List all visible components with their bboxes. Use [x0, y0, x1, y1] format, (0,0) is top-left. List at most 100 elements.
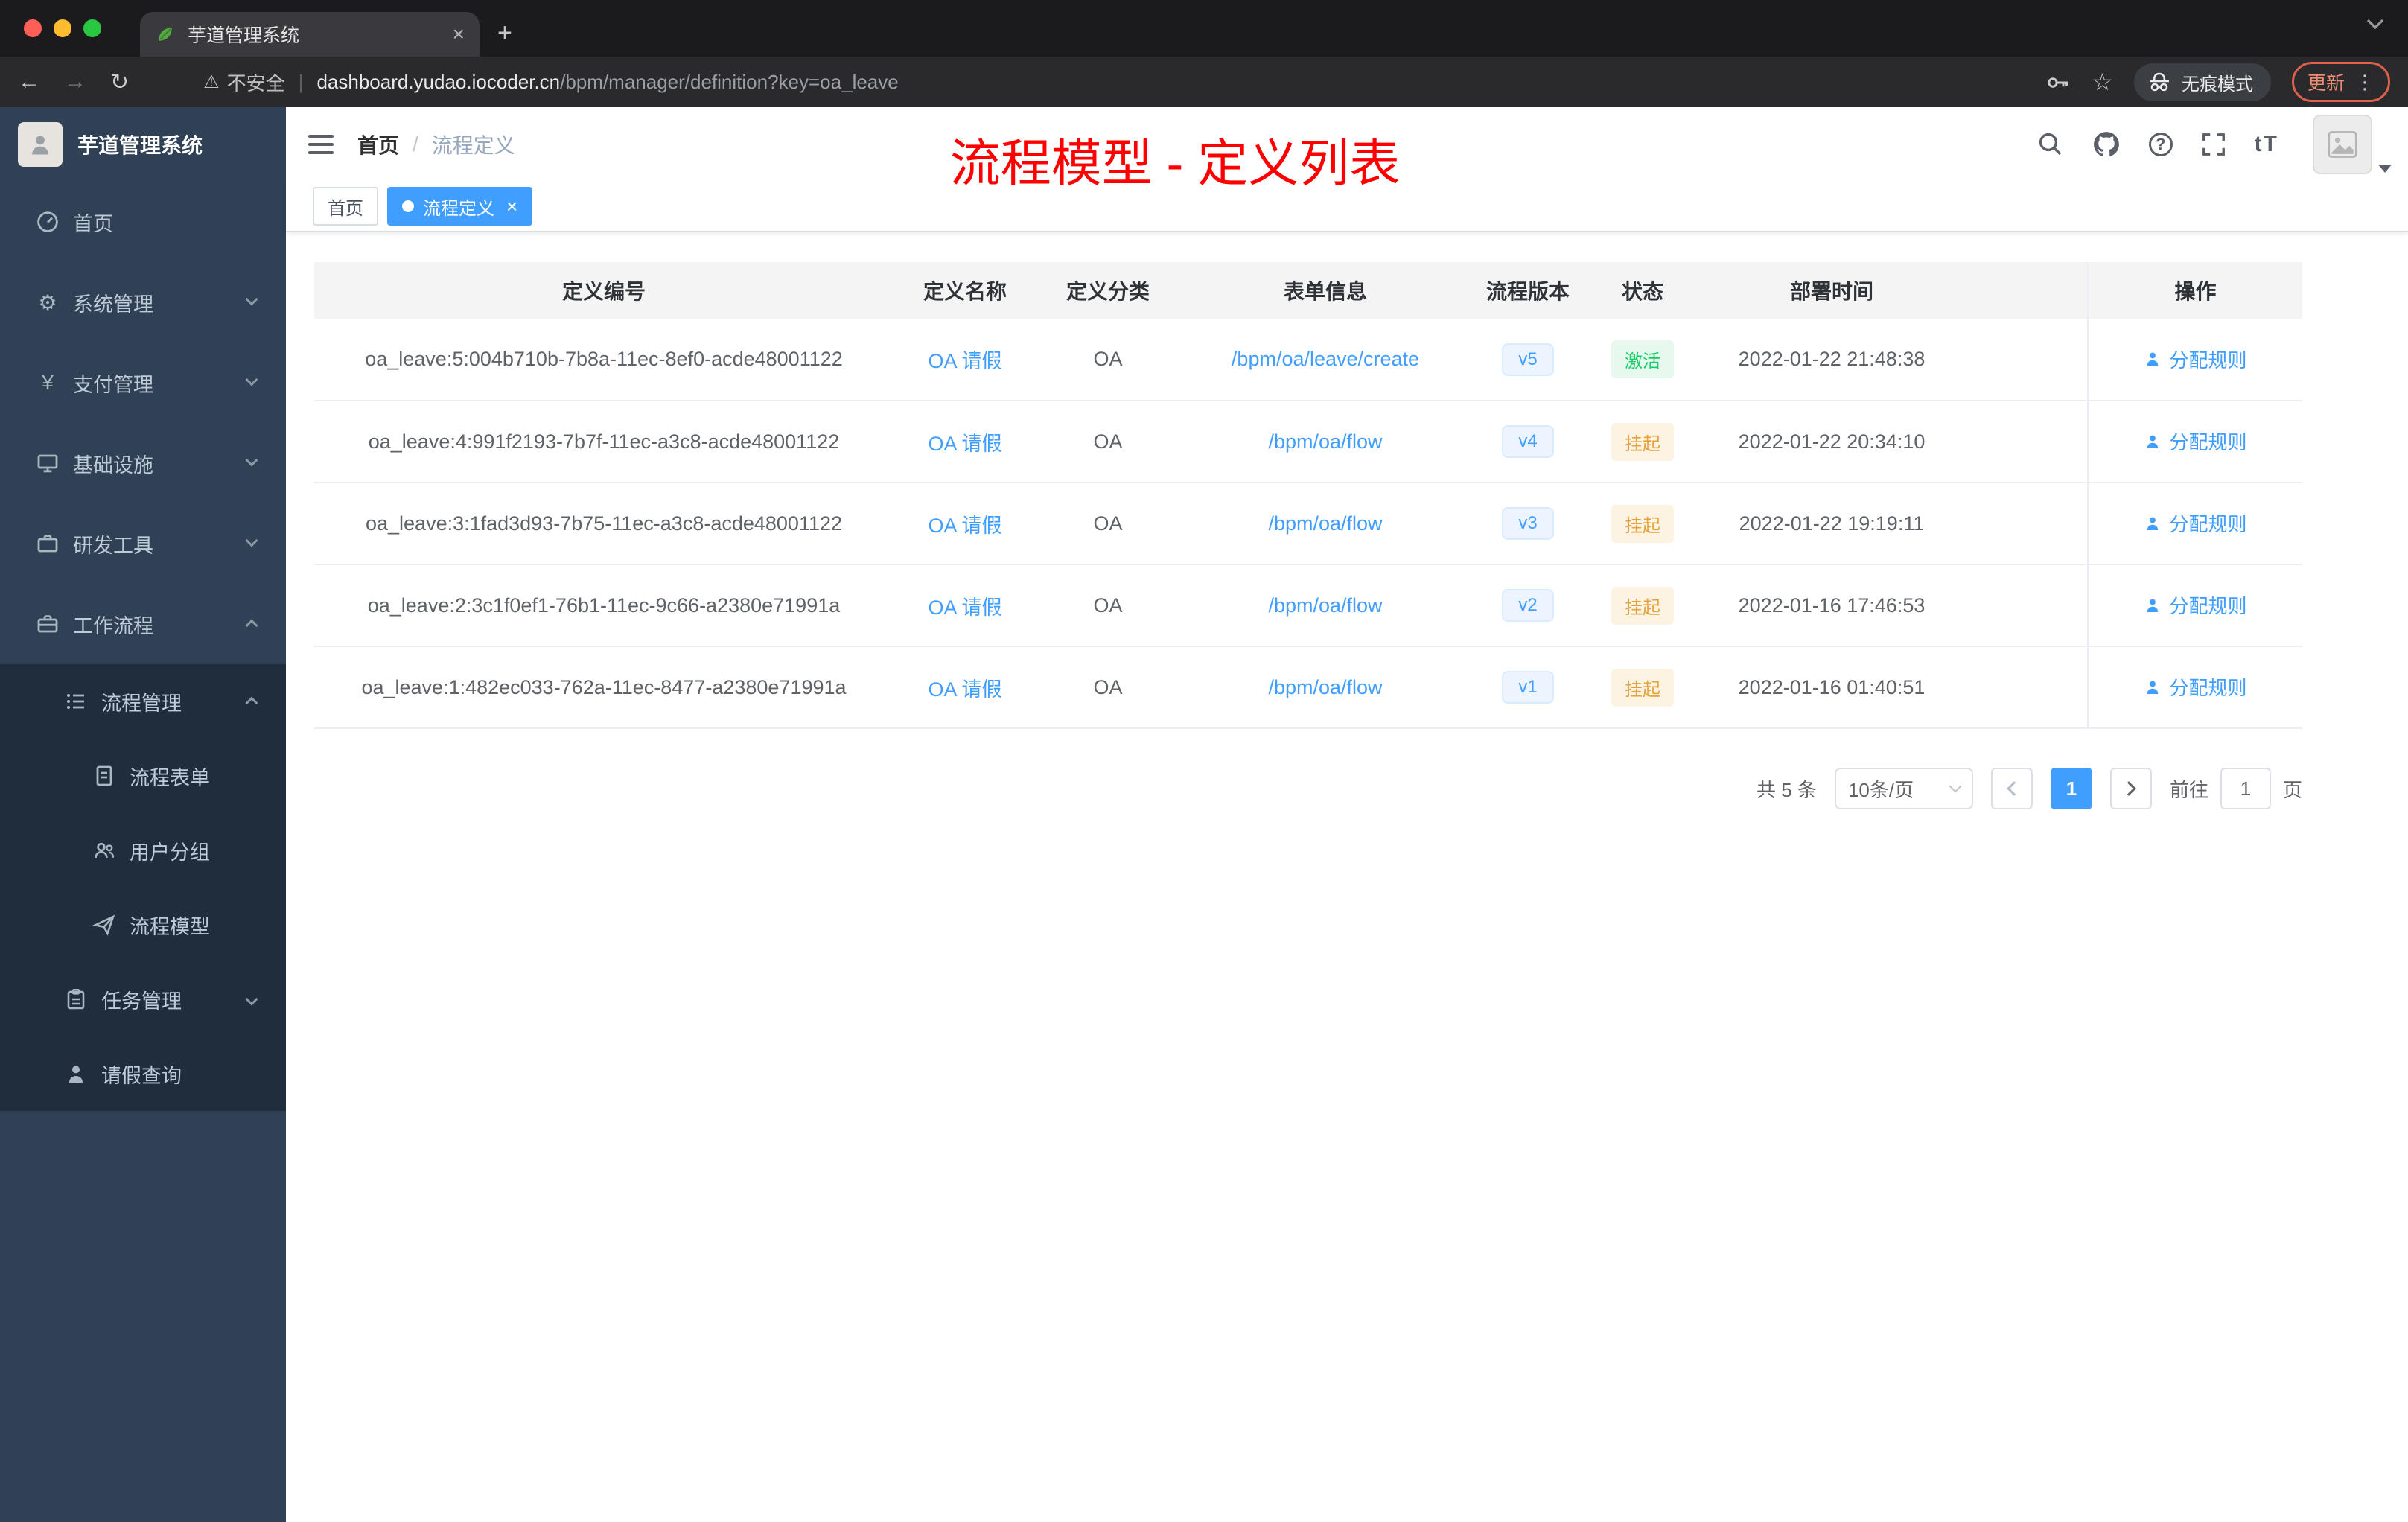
next-page-button[interactable]: [2109, 768, 2152, 809]
form-info-link[interactable]: /bpm/oa/flow: [1268, 430, 1382, 453]
assign-rule-link[interactable]: 分配规则: [2144, 427, 2247, 455]
sidebar-item-label: 流程表单: [130, 766, 210, 789]
browser-menu-kebab-icon[interactable]: ⋮: [2355, 71, 2374, 94]
definition-id: oa_leave:4:991f2193-7b7f-11ec-a3c8-acde4…: [314, 401, 894, 483]
app: 流程模型 - 定义列表 芋道管理系统 首页 ⚙ 系统管理 ¥ 支付管理 基础设施…: [0, 107, 2408, 1522]
github-icon[interactable]: [2092, 130, 2121, 159]
gear-icon: ⚙: [38, 290, 57, 314]
tag-label: 流程定义: [423, 198, 494, 219]
page-size-value: 10条/页: [1847, 778, 1914, 801]
sidebar-item-label: 首页: [73, 212, 113, 235]
sidebar-item-workflow[interactable]: 工作流程: [0, 584, 286, 664]
form-info-link[interactable]: /bpm/oa/leave/create: [1232, 348, 1419, 370]
sidebar-item-process-model[interactable]: 流程模型: [0, 888, 286, 962]
incognito-icon: [2149, 72, 2169, 92]
definition-name-link[interactable]: OA 请假: [928, 350, 1001, 372]
address-separator: |: [298, 70, 304, 93]
hamburger-icon[interactable]: [308, 135, 334, 154]
sidebar-item-user-group[interactable]: 用户分组: [0, 813, 286, 888]
new-tab-button[interactable]: +: [497, 19, 512, 48]
address-bar[interactable]: ⚠ 不安全 | dashboard.yudao.iocoder.cn/bpm/m…: [203, 69, 2045, 96]
security-label[interactable]: 不安全: [227, 69, 285, 96]
search-icon[interactable]: [2037, 131, 2064, 158]
back-button[interactable]: ←: [18, 69, 40, 95]
tag-home[interactable]: 首页: [313, 187, 378, 226]
sidebar-item-process-management[interactable]: 流程管理: [0, 664, 286, 739]
sidebar-item-label: 工作流程: [73, 614, 153, 637]
form-info-link[interactable]: /bpm/oa/flow: [1268, 512, 1382, 535]
maximize-window-button[interactable]: [83, 19, 101, 37]
tab-search-chevron-icon[interactable]: [2366, 18, 2384, 30]
tab-close-icon[interactable]: ×: [453, 22, 465, 46]
tag-process-definition[interactable]: 流程定义 ×: [387, 187, 533, 226]
definition-category: OA: [1036, 483, 1179, 565]
sidebar-item-payment[interactable]: ¥ 支付管理: [0, 343, 286, 423]
table-row: oa_leave:3:1fad3d93-7b75-11ec-a3c8-acde4…: [314, 483, 2302, 565]
page-size-select[interactable]: 10条/页: [1834, 768, 1973, 809]
sidebar-item-leave-query[interactable]: 请假查询: [0, 1037, 286, 1111]
filler-cell: [1963, 564, 2088, 647]
sidebar-item-infrastructure[interactable]: 基础设施: [0, 423, 286, 503]
col-deploy-time: 部署时间: [1701, 262, 1963, 319]
definition-category: OA: [1036, 564, 1179, 647]
definition-name-link[interactable]: OA 请假: [928, 515, 1001, 537]
bookmark-star-icon[interactable]: ☆: [2092, 68, 2113, 96]
definition-name-link[interactable]: OA 请假: [928, 678, 1001, 701]
font-size-icon[interactable]: tT: [2255, 132, 2278, 157]
sidebar-item-process-form[interactable]: 流程表单: [0, 739, 286, 813]
col-form-info: 表单信息: [1179, 262, 1471, 319]
assign-rule-link[interactable]: 分配规则: [2144, 591, 2247, 619]
prev-page-button[interactable]: [1990, 768, 2033, 809]
tag-label: 首页: [328, 198, 363, 219]
user-avatar[interactable]: [2313, 115, 2392, 174]
password-key-icon[interactable]: [2045, 69, 2071, 95]
sidebar-logo[interactable]: 芋道管理系统: [0, 107, 286, 182]
sidebar-item-system[interactable]: ⚙ 系统管理: [0, 262, 286, 343]
browser-tab[interactable]: 芋道管理系统 ×: [140, 12, 480, 57]
page-unit-label: 页: [2282, 778, 2302, 801]
forward-button[interactable]: →: [64, 69, 86, 95]
form-info-link[interactable]: /bpm/oa/flow: [1268, 594, 1382, 617]
status-badge: 挂起: [1611, 504, 1674, 543]
app-title: 芋道管理系统: [77, 134, 203, 157]
tag-close-icon[interactable]: ×: [506, 197, 517, 216]
sidebar-item-home[interactable]: 首页: [0, 182, 286, 262]
person-icon: [2147, 681, 2159, 694]
fullscreen-icon[interactable]: [2201, 132, 2226, 157]
minimize-window-button[interactable]: [54, 19, 71, 37]
col-definition-id: 定义编号: [314, 262, 894, 319]
person-icon: [64, 1062, 88, 1086]
goto-label: 前往: [2169, 778, 2208, 801]
paper-plane-icon: [92, 913, 116, 937]
version-badge: v5: [1502, 343, 1554, 376]
definition-id: oa_leave:3:1fad3d93-7b75-11ec-a3c8-acde4…: [314, 483, 894, 565]
table-row: oa_leave:1:482ec033-762a-11ec-8477-a2380…: [314, 646, 2302, 729]
definition-name-link[interactable]: OA 请假: [928, 433, 1001, 455]
breadcrumb-home[interactable]: 首页: [357, 130, 399, 159]
pagination: 共 5 条 10条/页 1 前往 页: [314, 768, 2302, 809]
update-label: 更新: [2307, 73, 2345, 94]
goto-page-input[interactable]: [2220, 768, 2271, 809]
status-badge: 挂起: [1611, 422, 1674, 461]
form-info-link[interactable]: /bpm/oa/flow: [1268, 676, 1382, 698]
update-button[interactable]: 更新 ⋮: [2291, 62, 2390, 102]
sidebar-item-task-management[interactable]: 任务管理: [0, 962, 286, 1037]
definition-name-link[interactable]: OA 请假: [928, 596, 1001, 619]
sidebar-item-devtools[interactable]: 研发工具: [0, 503, 286, 584]
chevron-down-icon: [245, 373, 258, 386]
person-icon: [2147, 435, 2159, 448]
sidebar-item-label: 基础设施: [73, 453, 153, 477]
reload-button[interactable]: ↻: [110, 69, 129, 95]
current-page-button[interactable]: 1: [2050, 768, 2092, 809]
url-path: /bpm/manager/definition?key=oa_leave: [560, 70, 899, 93]
close-window-button[interactable]: [24, 19, 42, 37]
help-icon[interactable]: ?: [2148, 133, 2173, 156]
col-actions: 操作: [2087, 262, 2302, 319]
sidebar-item-label: 请假查询: [101, 1064, 182, 1087]
assign-rule-link[interactable]: 分配规则: [2144, 509, 2247, 537]
filler-cell: [1963, 646, 2088, 729]
assign-rule-link[interactable]: 分配规则: [2144, 346, 2247, 373]
assign-rule-link[interactable]: 分配规则: [2144, 673, 2247, 701]
logo-avatar: [18, 122, 63, 167]
table-header-row: 定义编号 定义名称 定义分类 表单信息 流程版本 状态 部署时间 操作: [314, 262, 2302, 319]
